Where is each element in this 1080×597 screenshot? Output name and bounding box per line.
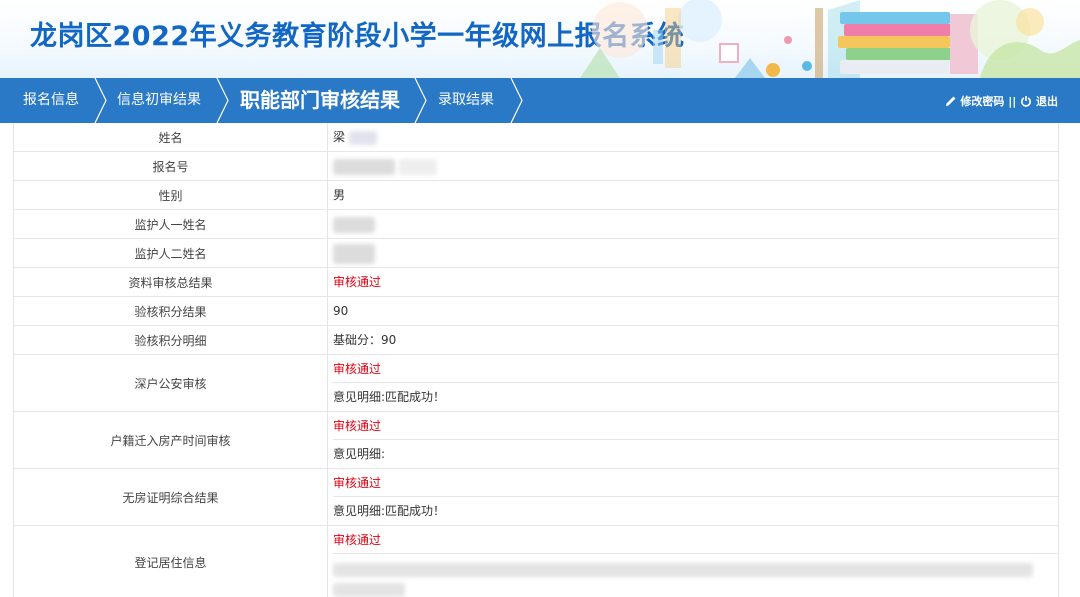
redacted-text <box>333 158 395 175</box>
pencil-icon <box>945 96 956 107</box>
points-detail-value: 基础分：90 <box>333 333 397 347</box>
table-row: 验核积分结果 90 <box>14 297 1058 326</box>
gender-value: 男 <box>333 188 346 202</box>
row-label: 监护人一姓名 <box>14 210 328 238</box>
status-value: 审核通过 <box>333 412 1058 440</box>
detail-value <box>333 554 1058 597</box>
detail-value: 意见明细:匹配成功！ <box>333 390 446 404</box>
detail-value: 意见明细: <box>333 447 386 461</box>
nav-item-registration-info[interactable]: 报名信息 <box>23 78 79 123</box>
table-row: 姓名 梁 <box>14 123 1058 152</box>
detail-value: 意见明细:匹配成功！ <box>333 504 446 518</box>
nav-item-admission-result[interactable]: 录取结果 <box>438 78 494 123</box>
banner-illustration <box>580 0 1080 78</box>
status-value: 审核通过 <box>333 275 382 289</box>
redacted-text <box>333 216 375 233</box>
table-row: 报名号 <box>14 152 1058 181</box>
row-label: 性别 <box>14 181 328 209</box>
chevron-separator-icon <box>216 78 229 123</box>
table-row: 资料审核总结果 审核通过 <box>14 268 1058 297</box>
redacted-text <box>348 130 377 145</box>
change-password-label: 修改密码 <box>960 94 1005 108</box>
redacted-text <box>333 243 375 264</box>
row-label: 登记居住信息 <box>14 526 328 597</box>
row-label: 户籍迁入房产时间审核 <box>14 412 328 468</box>
nav-divider: || <box>1008 94 1017 108</box>
row-label: 姓名 <box>14 123 328 151</box>
student-name-value: 梁 <box>333 130 346 144</box>
chevron-separator-icon <box>94 78 107 123</box>
points-value: 90 <box>333 304 349 318</box>
table-row: 监护人一姓名 <box>14 210 1058 239</box>
nav-bar: 报名信息 信息初审结果 职能部门审核结果 录取结果 修改密码 || 退出 <box>0 78 1080 123</box>
redacted-text <box>398 158 437 175</box>
logout-link[interactable]: 退出 <box>1020 78 1058 124</box>
status-value: 审核通过 <box>333 355 1058 383</box>
redacted-text <box>333 562 1033 577</box>
header-banner: 龙岗区2022年义务教育阶段小学一年级网上报名系统 <box>0 0 1080 78</box>
chevron-separator-icon <box>414 78 427 123</box>
table-row: 性别 男 <box>14 181 1058 210</box>
row-label: 无房证明综合结果 <box>14 469 328 525</box>
table-row: 登记居住信息 审核通过 <box>14 526 1058 597</box>
status-value: 审核通过 <box>333 469 1058 497</box>
status-value: 审核通过 <box>333 526 1058 554</box>
nav-item-initial-review[interactable]: 信息初审结果 <box>117 78 201 123</box>
table-row: 深户公安审核 审核通过 意见明细:匹配成功！ <box>14 355 1058 412</box>
row-label: 验核积分明细 <box>14 326 328 354</box>
nav-user-actions: 修改密码 || 退出 <box>945 78 1058 123</box>
change-password-link[interactable]: 修改密码 <box>945 78 1005 124</box>
logout-label: 退出 <box>1036 94 1058 108</box>
row-label: 深户公安审核 <box>14 355 328 411</box>
table-row: 无房证明综合结果 审核通过 意见明细:匹配成功！ <box>14 469 1058 526</box>
redacted-text <box>333 582 405 597</box>
row-label: 监护人二姓名 <box>14 239 328 267</box>
table-row: 户籍迁入房产时间审核 审核通过 意见明细: <box>14 412 1058 469</box>
row-label: 报名号 <box>14 152 328 180</box>
row-label: 资料审核总结果 <box>14 268 328 296</box>
chevron-separator-icon <box>510 78 523 123</box>
table-row: 验核积分明细 基础分：90 <box>14 326 1058 355</box>
review-result-table: 姓名 梁 报名号 性别 男 监护人一姓名 监护人二姓名 资料审核总结果 审核通过… <box>13 123 1059 597</box>
power-icon <box>1021 96 1032 107</box>
table-row: 监护人二姓名 <box>14 239 1058 268</box>
nav-item-department-review[interactable]: 职能部门审核结果 <box>240 78 400 123</box>
row-label: 验核积分结果 <box>14 297 328 325</box>
